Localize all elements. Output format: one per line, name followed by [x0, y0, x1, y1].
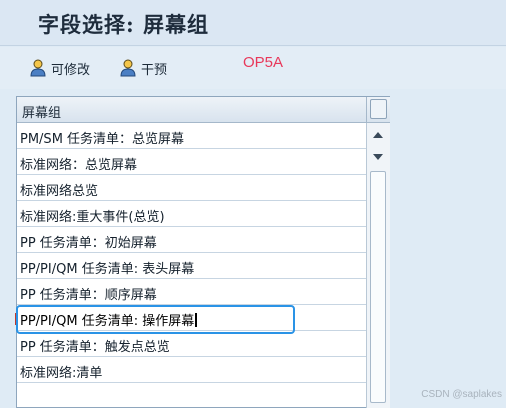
dry-run-label: 干预 [141, 62, 168, 78]
screen-group-table: 屏幕组 PM/SM 任务清单：总览屏幕 标准网络：总览屏幕 标准网络总览 标准网… [16, 96, 390, 408]
table-row[interactable]: PP/PI/QM 任务清单: 表头屏幕 [17, 253, 366, 279]
selected-row-highlight [16, 305, 295, 334]
scroll-up-icon[interactable] [373, 132, 383, 138]
row-text: PP 任务清单：顺序屏幕 [20, 288, 157, 303]
row-text: PP/PI/QM 任务清单: 表头屏幕 [20, 262, 195, 277]
table-row[interactable]: PP 任务清单：触发点总览 [17, 331, 366, 357]
window-title: 字段选择: 屏幕组 [38, 12, 210, 37]
table-rows: PM/SM 任务清单：总览屏幕 标准网络：总览屏幕 标准网络总览 标准网络:重大… [17, 123, 384, 383]
table-row[interactable]: 标准网络:清单 [17, 357, 366, 383]
row-text: PM/SM 任务清单：总览屏幕 [20, 132, 185, 147]
table-row[interactable]: 标准网络：总览屏幕 [17, 149, 366, 175]
table-row[interactable]: 标准网络总览 [17, 175, 366, 201]
row-text: PP 任务清单：初始屏幕 [20, 236, 157, 251]
scroll-track[interactable] [370, 171, 386, 403]
row-text: PP 任务清单：触发点总览 [20, 340, 170, 355]
row-text: 标准网络:重大事件(总览) [20, 210, 165, 225]
table-row[interactable]: PP 任务清单：顺序屏幕 [17, 279, 366, 305]
vertical-scrollbar[interactable] [366, 123, 390, 408]
user-icon [28, 58, 48, 78]
row-text: 标准网络:清单 [20, 366, 103, 381]
watermark: CSDN @saplakes [421, 389, 502, 400]
title-bar: 字段选择: 屏幕组 [0, 0, 506, 46]
editable-label: 可修改 [51, 62, 91, 78]
selection-left-marker [15, 313, 18, 325]
dry-run-button[interactable]: 干预 [118, 57, 167, 79]
column-settings-button[interactable] [366, 97, 390, 123]
row-text: 标准网络：总览屏幕 [20, 158, 138, 173]
table-row[interactable]: PP 任务清单：初始屏幕 [17, 227, 366, 253]
row-text: 标准网络总览 [20, 184, 99, 199]
user-icon [118, 58, 138, 78]
annotation-label: OP5A [243, 54, 284, 71]
table-row[interactable]: PM/SM 任务清单：总览屏幕 [17, 123, 366, 149]
column-header[interactable]: 屏幕组 [17, 97, 366, 123]
scroll-down-icon[interactable] [373, 154, 383, 160]
table-row[interactable]: 标准网络:重大事件(总览) [17, 201, 366, 227]
column-settings-icon [370, 99, 387, 119]
editable-button[interactable]: 可修改 [28, 57, 90, 79]
